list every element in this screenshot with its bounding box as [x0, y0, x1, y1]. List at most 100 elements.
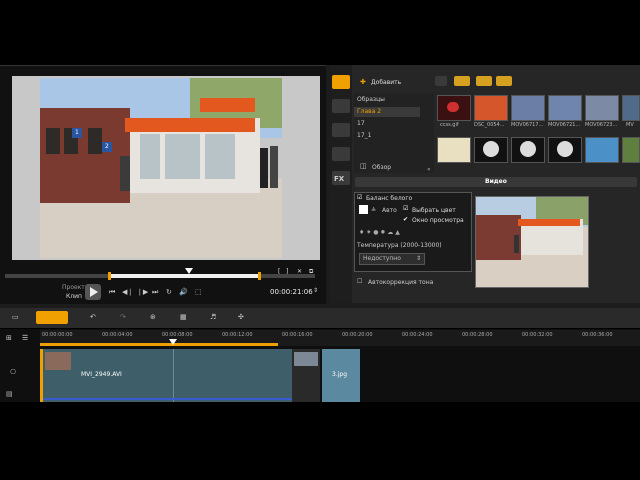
thumbnail-label: DSC_0054... [474, 122, 505, 128]
preview-video: 1 2 [12, 76, 320, 260]
ruler-tick-label: 00:00:24:00 [402, 332, 433, 338]
project-mode-label[interactable]: Проект [62, 284, 85, 292]
auto-music-icon[interactable]: ♬ [210, 313, 216, 322]
media-thumbnail[interactable] [474, 95, 508, 121]
folder-item[interactable]: Образцы [357, 96, 385, 104]
undo-icon[interactable]: ↶ [90, 313, 96, 322]
sign-number-2: 1 [75, 129, 79, 136]
timeline-view-button[interactable] [36, 311, 68, 324]
disc-icon [557, 141, 573, 157]
volume-icon[interactable]: 🔊 [179, 288, 188, 297]
ruler-tick-label: 00:00:36:00 [582, 332, 613, 338]
video-clip[interactable]: MVI_2949.AVI [40, 349, 296, 402]
preview-window-label: Окно просмотра [412, 217, 464, 224]
track-manager-icon[interactable]: ⊞ [6, 334, 12, 343]
pick-color-checkbox[interactable]: ☑ [403, 205, 408, 213]
next-frame-icon[interactable]: ❘▶ [137, 288, 148, 297]
ruler-tick-label: 00:00:16:00 [282, 332, 313, 338]
library-panel: FX ✚ Добавить Образцы Глава 2 17 17_1 ◫ … [330, 65, 640, 303]
scrub-selection [110, 274, 260, 278]
folder-list: Образцы Глава 2 17 17_1 [354, 93, 434, 173]
scrub-bar[interactable] [5, 268, 315, 280]
trim-in-marker[interactable] [108, 272, 111, 280]
playhead[interactable] [169, 339, 177, 345]
split-clip-icon[interactable]: ✕ [297, 268, 302, 276]
show-audio-button[interactable] [496, 76, 512, 86]
media-thumbnail[interactable] [585, 137, 619, 163]
white-balance-checkbox[interactable]: ☑ [357, 194, 362, 202]
timecode-display[interactable]: 00:00:21:06 [270, 288, 313, 297]
thumb-art [447, 102, 459, 112]
motion-tracking-icon[interactable]: ✣ [238, 313, 244, 322]
auto-icon: ≜ [371, 207, 377, 214]
go-to-start-icon[interactable]: ⏮ [109, 288, 115, 297]
instant-project-tab-icon[interactable] [332, 99, 350, 113]
preview-panel: 1 2 [ ] ✕ ⧉ Проект Клип ⏮ ◀❘ ❘▶ ⏭ ↻ 🔊 ⬚ … [0, 65, 326, 304]
temperature-stepper-icon[interactable]: ⇕ [416, 255, 421, 263]
scrub-handle[interactable] [185, 268, 193, 274]
media-thumbnail[interactable] [437, 95, 471, 121]
fx-tab-icon[interactable]: FX [334, 175, 344, 184]
play-button[interactable] [85, 284, 101, 300]
video-editor-window: 1 2 [ ] ✕ ⧉ Проект Клип ⏮ ◀❘ ❘▶ ⏭ ↻ 🔊 ⬚ … [0, 65, 640, 402]
color-swatch[interactable] [359, 205, 368, 214]
timeline-ruler[interactable]: 00:00:00:00 00:00:04:00 00:00:08:00 00:0… [40, 330, 640, 346]
open-folder-button[interactable] [435, 76, 447, 86]
collapse-options-icon[interactable]: « [427, 166, 431, 174]
clip-thumbnail [45, 352, 71, 370]
thumbnail-label: MOV06721... [548, 122, 581, 128]
folder-item[interactable]: 17 [357, 120, 365, 128]
sound-mixer-icon[interactable]: ▦ [180, 313, 187, 322]
previous-frame-icon[interactable]: ◀❘ [122, 288, 133, 297]
redo-icon[interactable]: ↷ [120, 313, 126, 322]
mark-out-icon[interactable]: ] [286, 268, 288, 276]
auto-option[interactable]: Авто [382, 207, 397, 215]
media-tab-icon[interactable] [332, 75, 350, 89]
storyboard-view-icon[interactable]: ▭ [12, 313, 19, 322]
hd-preview-icon[interactable]: ⬚ [195, 288, 202, 297]
thumbnail-label: MOV06717... [511, 122, 544, 128]
add-folder-button[interactable]: Добавить [371, 79, 401, 87]
transition-clip[interactable] [292, 349, 320, 402]
media-thumbnail[interactable] [622, 137, 640, 163]
media-thumbnail[interactable] [548, 95, 582, 121]
trim-out-marker[interactable] [258, 272, 261, 280]
image-clip[interactable]: 3.jpg [322, 349, 360, 402]
white-balance-group: ☑ Баланс белого ≜ Авто ☑ Выбрать цвет ✔ … [354, 192, 472, 272]
browse-icon[interactable]: ◫ [360, 162, 367, 171]
audio-thumbnail[interactable] [511, 137, 545, 163]
record-capture-icon[interactable]: ⊛ [150, 313, 156, 322]
browse-button[interactable]: Обзор [372, 164, 391, 172]
audio-thumbnail[interactable] [548, 137, 582, 163]
mark-in-icon[interactable]: [ [278, 268, 280, 276]
folder-item-selected[interactable]: Глава 2 [354, 107, 420, 117]
show-videos-button[interactable] [454, 76, 470, 86]
title-tab-icon[interactable] [332, 147, 350, 161]
transition-tab-icon[interactable] [332, 123, 350, 137]
media-thumbnail[interactable] [622, 95, 640, 121]
media-thumbnail[interactable] [437, 137, 471, 163]
tab-video[interactable]: Видео [485, 178, 507, 186]
white-balance-label: Баланс белого [366, 195, 413, 202]
audio-thumbnail[interactable] [474, 137, 508, 163]
clip-mode-label[interactable]: Клип [66, 293, 82, 301]
ruler-tick-label: 00:00:20:00 [342, 332, 373, 338]
folder-item[interactable]: 17_1 [357, 132, 371, 140]
options-tab-bar: Видео [355, 177, 637, 187]
enlarge-preview-icon[interactable]: ⧉ [309, 268, 313, 276]
timeline-panel: ▭ ↶ ↷ ⊛ ▦ ♬ ✣ ⊞ ☰ 00:00:00:00 00:00:04:0… [0, 308, 640, 402]
show-photos-button[interactable] [476, 76, 492, 86]
auto-tone-checkbox[interactable]: ☐ [357, 278, 362, 286]
light-preset-icons[interactable]: ♦ ✷ ● ✹ ☁ ▲ [359, 229, 400, 237]
add-folder-icon[interactable]: ✚ [360, 78, 366, 87]
repeat-icon[interactable]: ↻ [166, 288, 172, 297]
thumbnail-label: MV [626, 122, 634, 128]
media-thumbnail[interactable] [585, 95, 619, 121]
disc-icon [520, 141, 536, 157]
go-to-end-icon[interactable]: ⏭ [152, 288, 158, 297]
preview-window-checkbox[interactable]: ✔ [403, 216, 408, 224]
timecode-stepper-icon[interactable]: ⇕ [313, 287, 318, 295]
chapter-point-icon[interactable]: ☰ [22, 334, 28, 343]
media-thumbnail[interactable] [511, 95, 545, 121]
video-track-icon: ⎔ [10, 368, 17, 376]
